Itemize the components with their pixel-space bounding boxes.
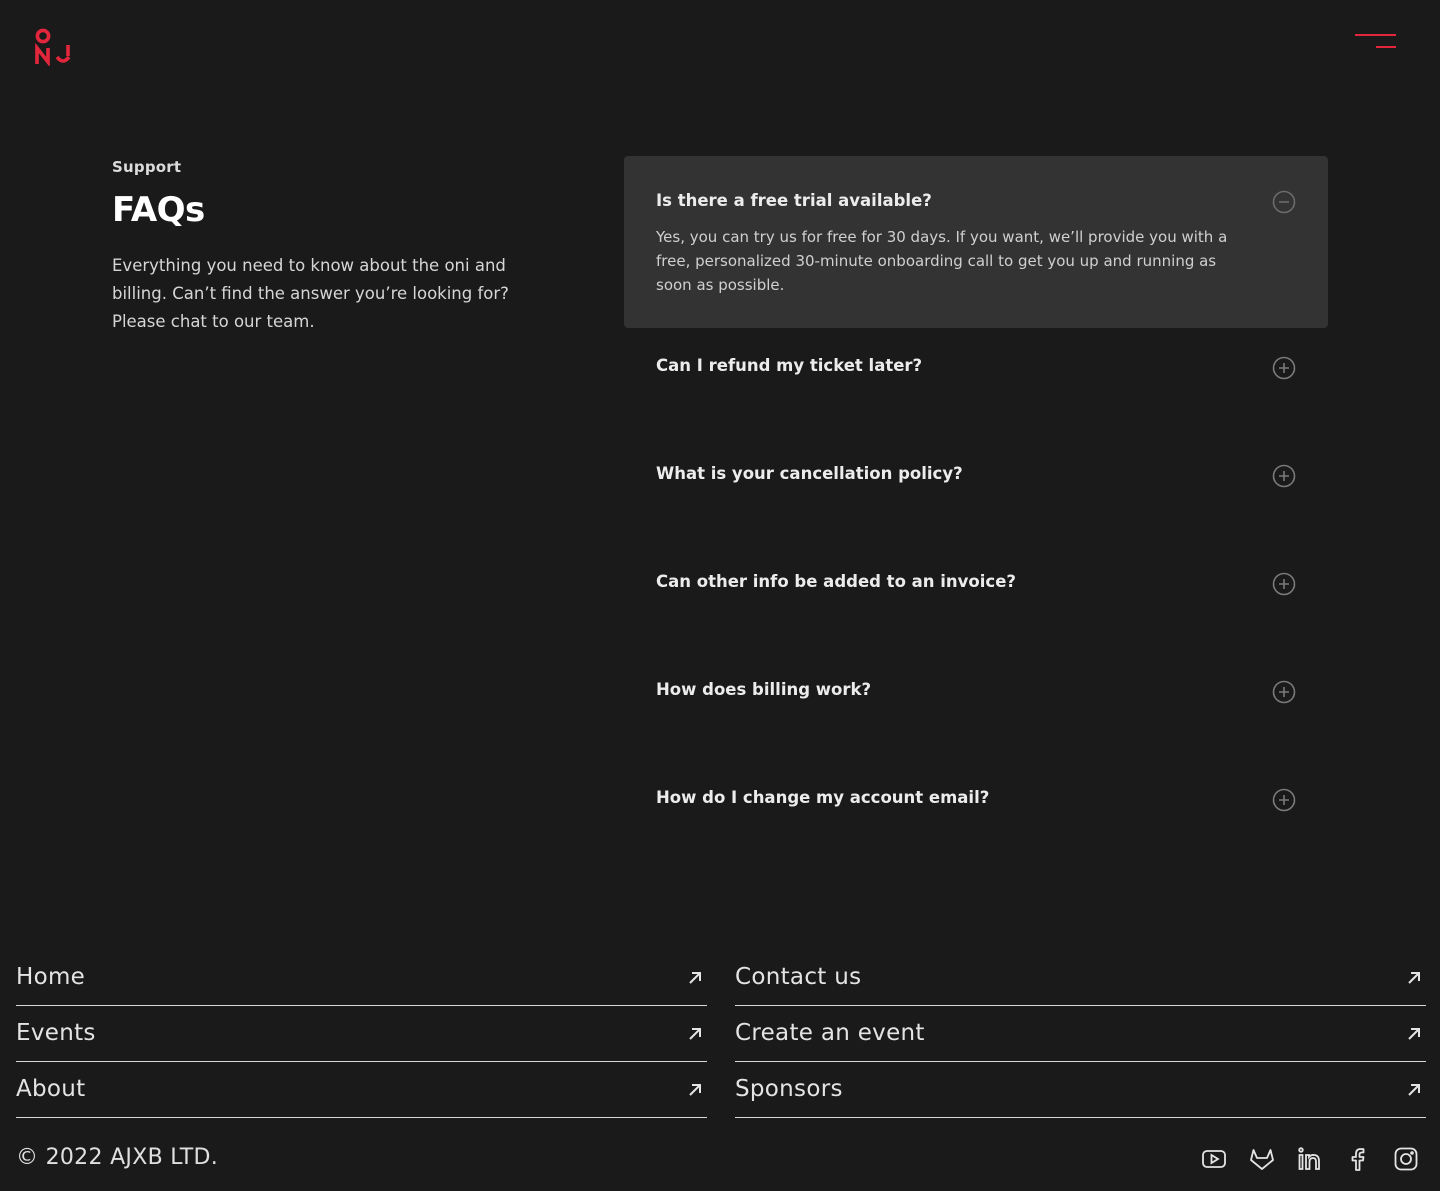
plus-circle-icon[interactable] (1272, 464, 1296, 488)
plus-circle-icon[interactable] (1272, 572, 1296, 596)
faq-accordion: Is there a free trial available? Yes, yo… (624, 156, 1328, 874)
footer-link-label: Home (16, 964, 86, 990)
instagram-icon[interactable] (1392, 1145, 1420, 1173)
page-description: Everything you need to know about the on… (112, 256, 509, 331)
footer-link-home[interactable]: Home (16, 950, 707, 1006)
faq-item[interactable]: Can other info be added to an invoice? (624, 550, 1328, 658)
footer-links-left: Home Events About (16, 950, 707, 1118)
minus-circle-icon[interactable] (1272, 190, 1296, 214)
faq-page: Support FAQs Everything you need to know… (0, 0, 1440, 1191)
faq-item[interactable]: How does billing work? (624, 658, 1328, 766)
plus-circle-icon[interactable] (1272, 680, 1296, 704)
footer-link-label: Contact us (735, 964, 862, 990)
oni-logo-icon[interactable] (34, 28, 74, 68)
faq-question: Can other info be added to an invoice? (656, 572, 1016, 591)
plus-circle-icon[interactable] (1272, 356, 1296, 380)
faq-answer: Yes, you can try us for free for 30 days… (656, 228, 1228, 294)
footer-link-label: Create an event (735, 1020, 925, 1046)
footer-link-label: About (16, 1076, 86, 1102)
linkedin-icon[interactable] (1296, 1145, 1324, 1173)
footer-link-create-event[interactable]: Create an event (735, 1006, 1426, 1062)
page-title: FAQs (112, 190, 205, 230)
faq-item[interactable]: How do I change my account email? (624, 766, 1328, 874)
arrow-up-right-icon (687, 1082, 703, 1098)
youtube-icon[interactable] (1200, 1145, 1228, 1173)
faq-question: What is your cancellation policy? (656, 464, 963, 483)
faq-question: How does billing work? (656, 680, 872, 699)
plus-circle-icon[interactable] (1272, 788, 1296, 812)
faq-item[interactable]: Is there a free trial available? Yes, yo… (624, 156, 1328, 328)
footer-link-events[interactable]: Events (16, 1006, 707, 1062)
section-eyebrow: Support (112, 158, 182, 176)
faq-question: How do I change my account email? (656, 788, 990, 807)
arrow-up-right-icon (1406, 1082, 1422, 1098)
footer-link-about[interactable]: About (16, 1062, 707, 1118)
faq-question: Is there a free trial available? (656, 191, 932, 210)
arrow-up-right-icon (1406, 1026, 1422, 1042)
footer-links-right: Contact us Create an event Sponsors (735, 950, 1426, 1118)
social-links (1200, 1145, 1424, 1173)
arrow-up-right-icon (687, 1026, 703, 1042)
facebook-icon[interactable] (1344, 1145, 1372, 1173)
copyright-text: © 2022 AJXB LTD. (16, 1145, 219, 1170)
footer-link-contact-us[interactable]: Contact us (735, 950, 1426, 1006)
footer-link-label: Events (16, 1020, 96, 1046)
faq-item[interactable]: What is your cancellation policy? (624, 442, 1328, 550)
hamburger-menu-icon[interactable] (1352, 32, 1398, 52)
arrow-up-right-icon (1406, 970, 1422, 986)
arrow-up-right-icon (687, 970, 703, 986)
footer-link-sponsors[interactable]: Sponsors (735, 1062, 1426, 1118)
faq-item[interactable]: Can I refund my ticket later? (624, 334, 1328, 442)
faq-intro: Support FAQs Everything you need to know… (112, 158, 552, 336)
gitlab-icon[interactable] (1248, 1145, 1276, 1173)
faq-question: Can I refund my ticket later? (656, 356, 923, 375)
footer-link-label: Sponsors (735, 1076, 843, 1102)
